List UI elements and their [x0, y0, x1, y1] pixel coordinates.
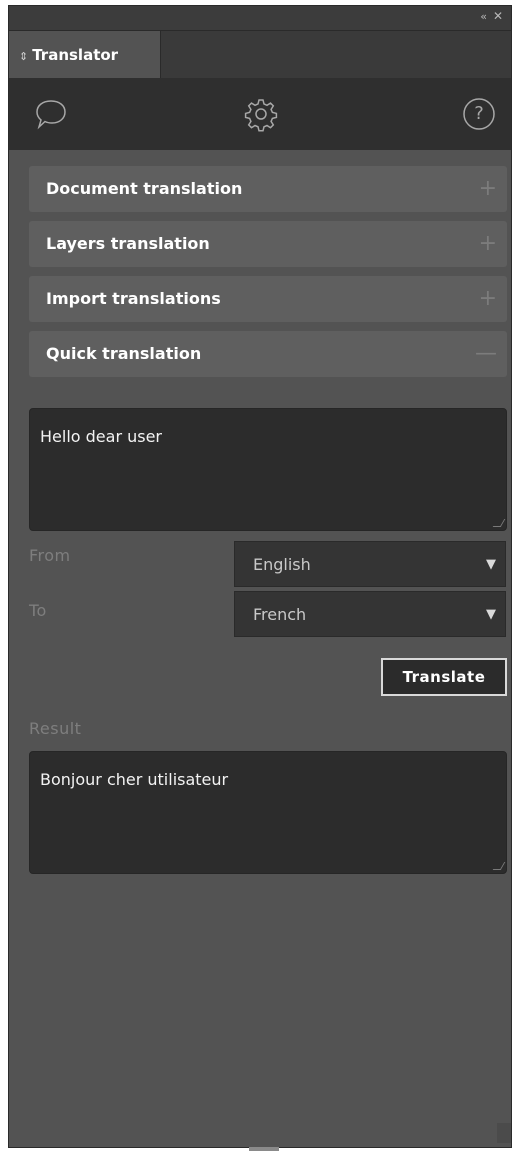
section-label: Document translation: [46, 179, 243, 198]
translate-button[interactable]: Translate: [381, 658, 507, 696]
section-layers-translation[interactable]: Layers translation +: [29, 221, 507, 267]
toolbar: ?: [9, 78, 511, 150]
to-language-value: French: [253, 605, 307, 624]
section-document-translation[interactable]: Document translation +: [29, 166, 507, 212]
source-text: Hello dear user: [40, 427, 163, 446]
panel-titlebar: ‹‹ ✕: [9, 6, 511, 30]
expand-icon: +: [478, 286, 497, 311]
tab-strip: ⇕ Translator: [9, 30, 511, 79]
close-panel-icon[interactable]: ✕: [493, 9, 503, 23]
panel-bottom-grip[interactable]: [249, 1147, 279, 1151]
result-label: Result: [29, 719, 82, 738]
section-label: Quick translation: [46, 344, 202, 363]
from-language-value: English: [253, 555, 311, 574]
section-label: Import translations: [46, 289, 221, 308]
to-language-select[interactable]: French ▼: [234, 591, 506, 637]
chevron-down-icon: ▼: [486, 557, 496, 572]
expand-icon: +: [478, 231, 497, 256]
source-text-area[interactable]: Hello dear user: [29, 408, 507, 531]
section-quick-translation[interactable]: Quick translation —: [29, 331, 507, 377]
tab-title: Translator: [32, 46, 119, 64]
tab-translator[interactable]: ⇕ Translator: [9, 31, 161, 79]
chat-bubble-icon[interactable]: [33, 96, 69, 132]
from-label: From: [29, 546, 71, 565]
result-text-area[interactable]: Bonjour cher utilisateur: [29, 751, 507, 874]
resize-grip-icon[interactable]: [492, 862, 506, 870]
section-accordion: Document translation + Layers translatio…: [29, 166, 507, 386]
help-glyph: ?: [474, 103, 484, 124]
gear-icon[interactable]: [243, 96, 279, 132]
result-text: Bonjour cher utilisateur: [40, 770, 229, 789]
resize-grip-icon[interactable]: [492, 519, 506, 527]
expand-icon: +: [478, 176, 497, 201]
from-language-select[interactable]: English ▼: [234, 541, 506, 587]
chevron-down-icon: ▼: [486, 607, 496, 622]
collapse-icon: —: [475, 341, 497, 366]
collapse-panel-icon[interactable]: ‹‹: [480, 10, 487, 23]
help-icon[interactable]: ?: [461, 96, 497, 132]
translator-panel: ‹‹ ✕ ⇕ Translator ? Document translation …: [8, 5, 512, 1151]
section-label: Layers translation: [46, 234, 210, 253]
to-label: To: [29, 601, 47, 620]
tab-reorder-icon: ⇕: [19, 50, 29, 63]
section-import-translations[interactable]: Import translations +: [29, 276, 507, 322]
panel-resize-corner[interactable]: [497, 1123, 511, 1143]
